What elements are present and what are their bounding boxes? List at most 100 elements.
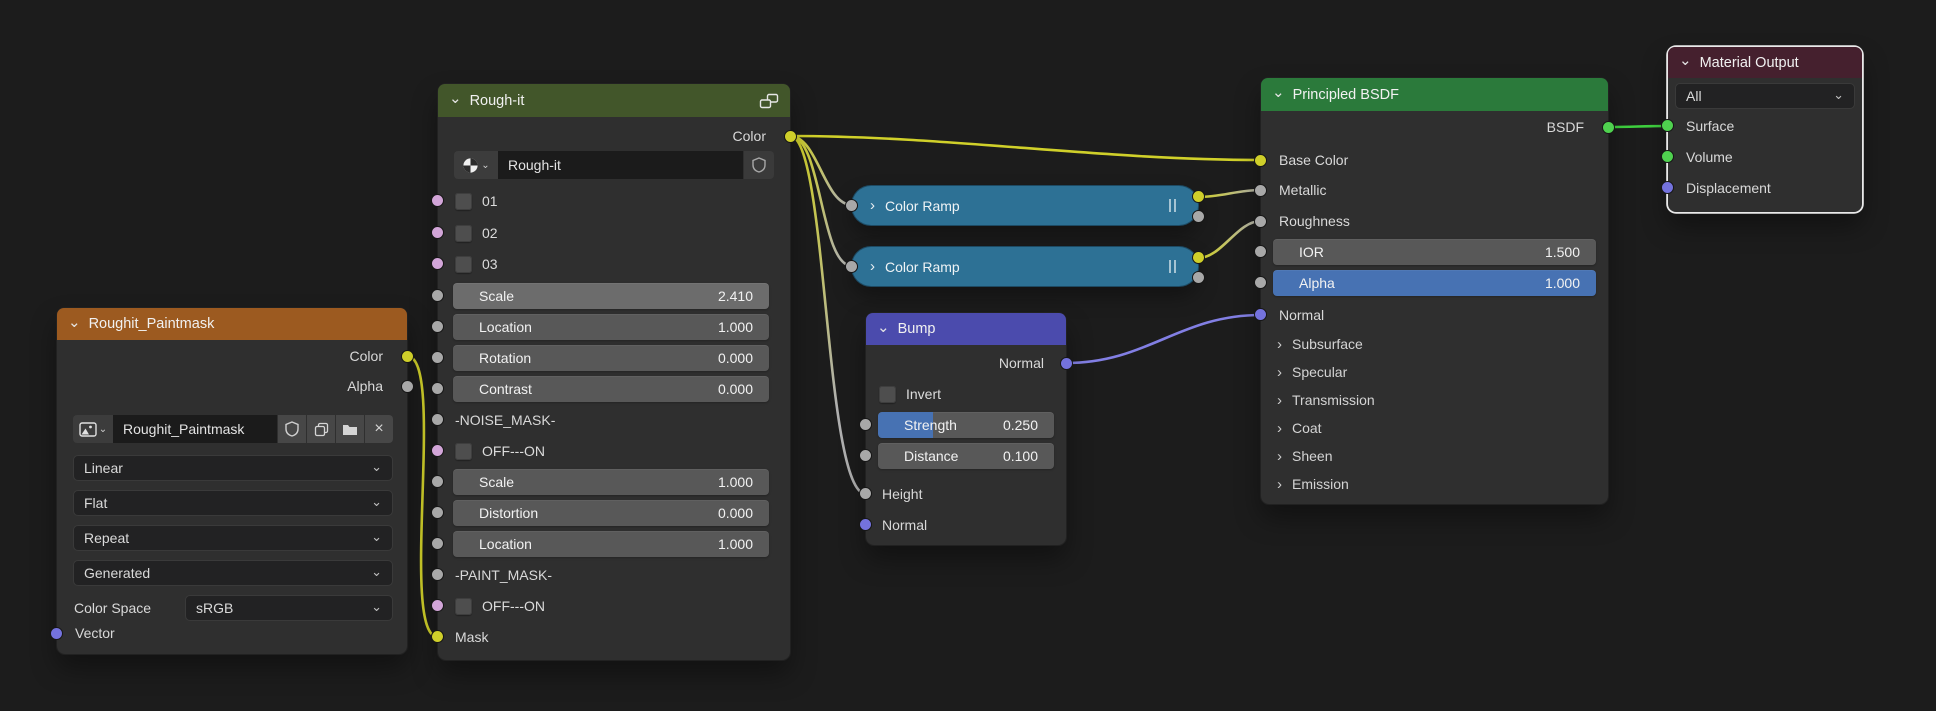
input-label-displacement: Displacement: [1686, 175, 1771, 201]
image-name-field[interactable]: Roughit_Paintmask: [113, 415, 277, 443]
socket-bsdf-output[interactable]: [1602, 121, 1615, 134]
socket-location-input[interactable]: [431, 320, 444, 333]
socket-off-on-1-input[interactable]: [431, 444, 444, 457]
section-sheen[interactable]: › Sheen: [1277, 443, 1332, 469]
socket-scale-2-input[interactable]: [431, 475, 444, 488]
socket-normal-input[interactable]: [1254, 308, 1267, 321]
socket-displacement-input[interactable]: [1661, 181, 1674, 194]
rotation-slider[interactable]: Rotation 0.000: [453, 345, 769, 371]
extension-dropdown[interactable]: Repeat ⌄: [73, 525, 393, 551]
node-header[interactable]: ⌄ Principled BSDF: [1261, 78, 1608, 111]
invert-checkbox[interactable]: [879, 386, 896, 403]
open-file-button[interactable]: [336, 415, 364, 443]
section-subsurface[interactable]: › Subsurface: [1277, 331, 1363, 357]
strength-slider[interactable]: Strength 0.250: [878, 412, 1054, 438]
color-space-dropdown[interactable]: sRGB ⌄: [185, 595, 393, 621]
socket-volume-input[interactable]: [1661, 150, 1674, 163]
checkbox-03[interactable]: [455, 256, 472, 273]
socket-02-input[interactable]: [431, 226, 444, 239]
collapse-chevron-icon[interactable]: ⌄: [68, 315, 81, 330]
socket-vector-input[interactable]: [50, 627, 63, 640]
checkbox-01[interactable]: [455, 193, 472, 210]
node-color-ramp-2[interactable]: › Color Ramp: [852, 247, 1198, 286]
node-bump[interactable]: ⌄ Bump Normal Invert Strength 0.250 Dist…: [866, 313, 1066, 545]
socket-color-output[interactable]: [1192, 251, 1205, 264]
socket-03-input[interactable]: [431, 257, 444, 270]
alpha-slider[interactable]: Alpha 1.000: [1273, 270, 1596, 296]
collapse-chevron-icon[interactable]: ⌄: [449, 91, 462, 106]
collapse-chevron-icon[interactable]: ⌄: [1272, 85, 1285, 100]
projection-dropdown[interactable]: Flat ⌄: [73, 490, 393, 516]
node-header[interactable]: ⌄ Roughit_Paintmask: [57, 308, 407, 340]
location-2-slider[interactable]: Location 1.000: [453, 531, 769, 557]
node-editor-canvas[interactable]: ⌄ Roughit_Paintmask Color Alpha ⌄ Roughi…: [0, 0, 1936, 711]
collapse-chevron-icon[interactable]: ⌄: [877, 320, 890, 335]
group-name-field[interactable]: Rough-it: [498, 151, 743, 179]
node-material-output[interactable]: ⌄ Material Output All ⌄ Surface Volume D…: [1668, 47, 1862, 212]
socket-location-2-input[interactable]: [431, 537, 444, 550]
socket-distortion-input[interactable]: [431, 506, 444, 519]
source-dropdown[interactable]: Generated ⌄: [73, 560, 393, 586]
socket-mask-input[interactable]: [431, 630, 444, 643]
off-on-checkbox-2[interactable]: [455, 598, 472, 615]
fake-user-button[interactable]: [744, 151, 774, 179]
section-emission[interactable]: › Emission: [1277, 471, 1349, 497]
socket-paint-mask-input[interactable]: [431, 568, 444, 581]
node-header[interactable]: ⌄ Material Output: [1668, 47, 1862, 78]
socket-color-output[interactable]: [784, 130, 797, 143]
socket-alpha-output[interactable]: [1192, 271, 1205, 284]
socket-ior-input[interactable]: [1254, 245, 1267, 258]
distortion-slider[interactable]: Distortion 0.000: [453, 500, 769, 526]
socket-distance-input[interactable]: [859, 449, 872, 462]
socket-alpha-output[interactable]: [401, 380, 414, 393]
socket-noise-mask-input[interactable]: [431, 413, 444, 426]
node-header[interactable]: ⌄ Rough-it: [438, 84, 790, 117]
expand-chevron-icon[interactable]: ›: [870, 197, 875, 214]
socket-off-on-2-input[interactable]: [431, 599, 444, 612]
section-specular[interactable]: › Specular: [1277, 359, 1347, 385]
node-roughit-paintmask[interactable]: ⌄ Roughit_Paintmask Color Alpha ⌄ Roughi…: [57, 308, 407, 654]
socket-roughness-input[interactable]: [1254, 215, 1267, 228]
scale-slider[interactable]: Scale 2.410: [453, 283, 769, 309]
socket-metallic-input[interactable]: [1254, 184, 1267, 197]
socket-height-input[interactable]: [859, 487, 872, 500]
collapse-chevron-icon[interactable]: ⌄: [1679, 53, 1692, 68]
contrast-slider[interactable]: Contrast 0.000: [453, 376, 769, 402]
node-rough-it-group[interactable]: ⌄ Rough-it Color ⌄ Rough-it: [438, 84, 790, 660]
scale-2-slider[interactable]: Scale 1.000: [453, 469, 769, 495]
socket-fac-input[interactable]: [845, 260, 858, 273]
ior-slider[interactable]: IOR 1.500: [1273, 239, 1596, 265]
socket-color-output[interactable]: [1192, 190, 1205, 203]
fake-user-button[interactable]: [278, 415, 306, 443]
slider-value: 1.000: [718, 474, 753, 490]
socket-rotation-input[interactable]: [431, 351, 444, 364]
section-transmission[interactable]: › Transmission: [1277, 387, 1375, 413]
socket-contrast-input[interactable]: [431, 382, 444, 395]
socket-normal-input[interactable]: [859, 518, 872, 531]
socket-normal-output[interactable]: [1060, 357, 1073, 370]
checkbox-02[interactable]: [455, 225, 472, 242]
socket-fac-input[interactable]: [845, 199, 858, 212]
expand-chevron-icon[interactable]: ›: [870, 258, 875, 275]
socket-scale-input[interactable]: [431, 289, 444, 302]
socket-base-color-input[interactable]: [1254, 154, 1267, 167]
socket-surface-input[interactable]: [1661, 119, 1674, 132]
off-on-checkbox-1[interactable]: [455, 443, 472, 460]
node-header[interactable]: ⌄ Bump: [866, 313, 1066, 345]
socket-strength-input[interactable]: [859, 418, 872, 431]
group-browse-button[interactable]: ⌄: [454, 151, 498, 179]
target-dropdown[interactable]: All ⌄: [1675, 83, 1855, 109]
location-slider[interactable]: Location 1.000: [453, 314, 769, 340]
section-coat[interactable]: › Coat: [1277, 415, 1322, 441]
unlink-button[interactable]: ×: [365, 415, 393, 443]
socket-alpha-output[interactable]: [1192, 210, 1205, 223]
distance-slider[interactable]: Distance 0.100: [878, 443, 1054, 469]
socket-01-input[interactable]: [431, 194, 444, 207]
duplicate-button[interactable]: [307, 415, 335, 443]
interpolation-dropdown[interactable]: Linear ⌄: [73, 455, 393, 481]
socket-alpha-input[interactable]: [1254, 276, 1267, 289]
node-color-ramp-1[interactable]: › Color Ramp: [852, 186, 1198, 225]
socket-color-output[interactable]: [401, 350, 414, 363]
node-principled-bsdf[interactable]: ⌄ Principled BSDF BSDF Base Color Metall…: [1261, 78, 1608, 504]
image-browse-button[interactable]: ⌄: [73, 415, 113, 443]
